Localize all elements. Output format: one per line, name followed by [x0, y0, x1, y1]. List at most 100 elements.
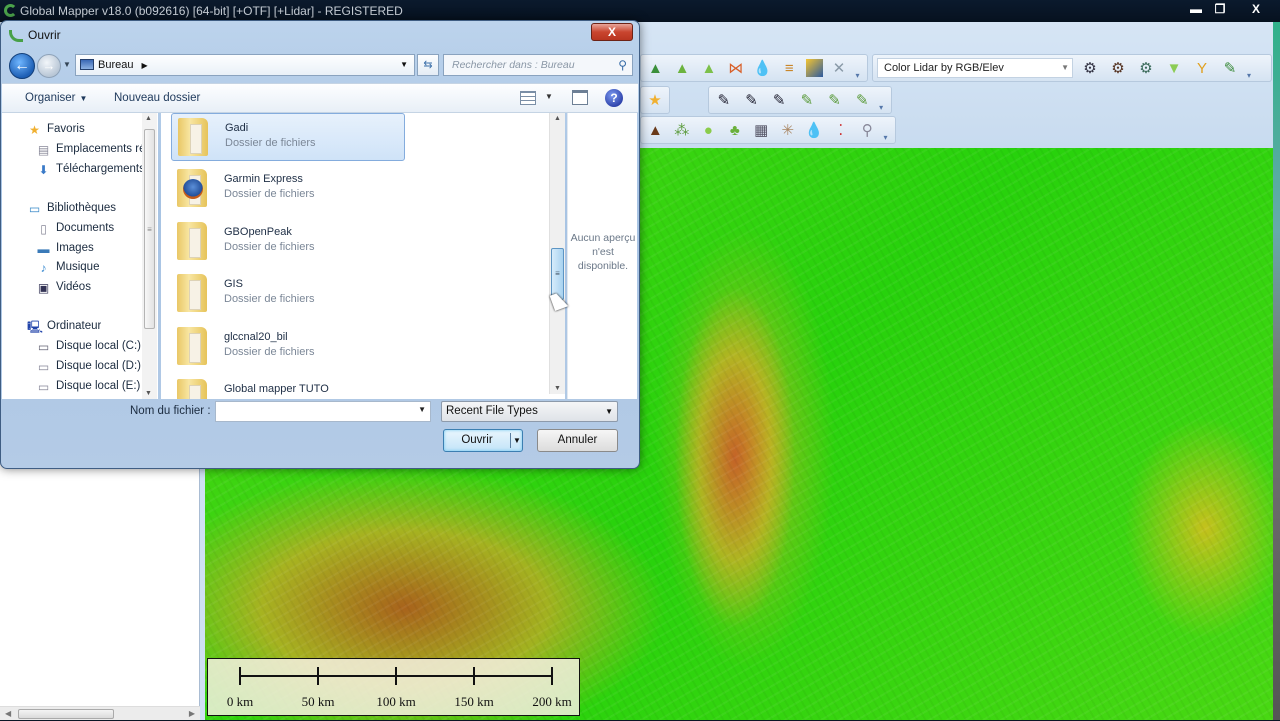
nav-scrollbar[interactable]: ▲ ≡ ▼ [142, 113, 157, 399]
terrain-shaded-icon[interactable]: ▲ [672, 57, 693, 79]
elevation-grid-icon[interactable] [805, 59, 823, 77]
file-item[interactable]: Garmin Express Dossier de fichiers [171, 165, 405, 213]
maximize-button[interactable]: ❐ [1206, 0, 1234, 18]
scroll-thumb[interactable]: ≡ [144, 129, 155, 329]
nav-disk-d[interactable]: ▭ Disque local (D:) [36, 360, 141, 374]
nav-favorites[interactable]: ★ Favoris [27, 123, 85, 137]
nav-documents[interactable]: ▯ Documents [36, 222, 114, 236]
address-bar[interactable]: Bureau ▶ ▼ [75, 54, 415, 76]
change-view-icon[interactable] [520, 91, 536, 105]
nav-downloads[interactable]: ⬇ Téléchargements [36, 163, 142, 177]
digitize-curve-icon[interactable]: ✎ [768, 89, 790, 111]
lidar-color-mode-select[interactable]: Color Lidar by RGB/Elev ▼ [877, 58, 1073, 78]
view-options-dropdown[interactable]: ▼ [545, 92, 553, 101]
scale-label: 150 km [454, 694, 494, 709]
dialog-close-button[interactable]: X [591, 23, 633, 41]
toolbar-grip[interactable]: ▾ [884, 133, 891, 143]
scale-tick [551, 667, 553, 685]
file-item[interactable]: GIS Dossier de fichiers [171, 270, 405, 318]
nav-disk-e[interactable]: ▭ Disque local (E:) [36, 380, 141, 394]
water-icon[interactable]: 💧 [804, 119, 825, 141]
power-line-icon[interactable]: ✳ [778, 119, 799, 141]
cancel-button[interactable]: Annuler [537, 429, 618, 452]
ground-icon[interactable]: ▲ [645, 119, 666, 141]
file-item[interactable]: GBOpenPeak Dossier de fichiers [171, 218, 405, 266]
digitize-area-icon[interactable]: ✎ [796, 89, 818, 111]
refresh-button[interactable]: ⇆ [417, 54, 439, 76]
nav-recent-places[interactable]: ▤Emplacements récents [36, 143, 142, 157]
forward-button[interactable]: → [37, 54, 61, 78]
scroll-up-icon[interactable]: ▲ [554, 115, 561, 122]
nav-music[interactable]: ♪ Musique [36, 261, 100, 275]
high-vegetation-icon[interactable]: ♣ [725, 119, 746, 141]
building-icon[interactable]: ▦ [751, 119, 772, 141]
recent-locations-dropdown[interactable]: ▼ [63, 60, 71, 69]
search-icon[interactable]: ⚲ [618, 55, 627, 75]
terrain-icon[interactable]: ▲ [645, 57, 666, 79]
filename-label: Nom du fichier : [130, 405, 211, 417]
lidar-terrain-icon[interactable]: ⚙ [1107, 57, 1129, 79]
low-vegetation-icon[interactable]: ⁂ [672, 119, 693, 141]
system-drive-icon: ▭ [37, 340, 50, 354]
nav-disk-c[interactable]: ▭ Disque local (C:) [36, 340, 141, 354]
close-tool-icon[interactable]: ✕ [829, 57, 850, 79]
horizontal-scrollbar[interactable]: ◀ ▶ [0, 706, 200, 720]
file-list-scrollbar[interactable]: ▲ ≡ ▼ [549, 113, 565, 394]
lidar-edit-icon[interactable]: ✎ [1219, 57, 1241, 79]
file-item[interactable]: Global mapper TUTO [171, 375, 405, 399]
file-item[interactable]: glccnal20_bil Dossier de fichiers [171, 323, 405, 371]
dialog-app-icon [9, 30, 23, 42]
dialog-title: Ouvrir [28, 28, 61, 42]
scroll-down-icon[interactable]: ▼ [145, 390, 152, 397]
toolbar-grip[interactable]: ▾ [1247, 71, 1255, 81]
nav-computer[interactable]: 🖳 Ordinateur [27, 320, 101, 334]
lidar-filter-icon[interactable]: Y [1191, 57, 1213, 79]
open-options-dropdown[interactable]: ▼ [510, 433, 521, 448]
search-class-icon[interactable]: ⚲ [857, 119, 878, 141]
lidar-select-icon[interactable]: ▼ [1163, 57, 1185, 79]
terrain-layer-icon[interactable]: ≡ [779, 57, 800, 79]
terrain-contour-icon[interactable]: ▲ [699, 57, 720, 79]
chevron-down-icon[interactable]: ▼ [400, 55, 408, 75]
digitize-line-icon[interactable]: ✎ [741, 89, 763, 111]
viewshed-icon[interactable]: ⋈ [725, 57, 746, 79]
digitize-rect-icon[interactable]: ✎ [824, 89, 846, 111]
file-type-select[interactable]: Recent File Types ▼ [441, 401, 618, 422]
noise-icon[interactable]: ⁚ [831, 119, 852, 141]
lidar-classify-icon[interactable]: ⚙ [1135, 57, 1157, 79]
control-center-panel: ◀ ▶ [0, 465, 200, 720]
back-button[interactable]: ← [9, 53, 35, 79]
watershed-icon[interactable]: 💧 [752, 57, 773, 79]
music-icon: ♪ [40, 261, 47, 275]
medium-vegetation-icon[interactable]: ● [698, 119, 719, 141]
lidar-settings-icon[interactable]: ⚙ [1079, 57, 1101, 79]
nav-libraries[interactable]: ▭ Bibliothèques [27, 202, 116, 216]
file-item[interactable]: Gadi Dossier de fichiers [171, 113, 405, 161]
scroll-up-icon[interactable]: ▲ [145, 115, 152, 122]
scroll-right-icon[interactable]: ▶ [189, 707, 195, 721]
close-app-button[interactable]: X [1242, 0, 1270, 18]
scroll-thumb[interactable] [18, 709, 114, 719]
scale-tick [473, 667, 475, 685]
preview-pane-icon[interactable] [572, 90, 588, 105]
scroll-down-icon[interactable]: ▼ [554, 385, 561, 392]
organize-menu[interactable]: Organiser ▼ [25, 92, 87, 104]
help-icon[interactable]: ? [605, 89, 623, 107]
filename-input[interactable]: ▼ [215, 401, 431, 422]
nav-videos[interactable]: ▣ Vidéos [36, 281, 91, 295]
lidar-class-toolbar: ▲ ⁂ ● ♣ ▦ ✳ 💧 ⁚ ⚲ ▾ [640, 116, 896, 144]
chevron-right-icon[interactable]: ▶ [141, 61, 147, 70]
digitize-circle-icon[interactable]: ✎ [851, 89, 873, 111]
search-input[interactable]: Rechercher dans : Bureau ⚲ [443, 54, 633, 76]
star-icon[interactable]: ★ [645, 89, 665, 111]
chevron-down-icon[interactable]: ▼ [418, 405, 426, 414]
new-folder-button[interactable]: Nouveau dossier [114, 92, 200, 104]
address-bureau[interactable]: Bureau [98, 59, 133, 71]
digitize-points-icon[interactable]: ✎ [713, 89, 735, 111]
open-button[interactable]: Ouvrir ▼ [443, 429, 523, 452]
scroll-left-icon[interactable]: ◀ [5, 707, 11, 721]
file-name: GIS [224, 278, 243, 290]
nav-images[interactable]: ▬ Images [36, 242, 94, 256]
toolbar-grip[interactable]: ▾ [879, 103, 887, 113]
toolbar-grip[interactable]: ▾ [855, 71, 863, 81]
